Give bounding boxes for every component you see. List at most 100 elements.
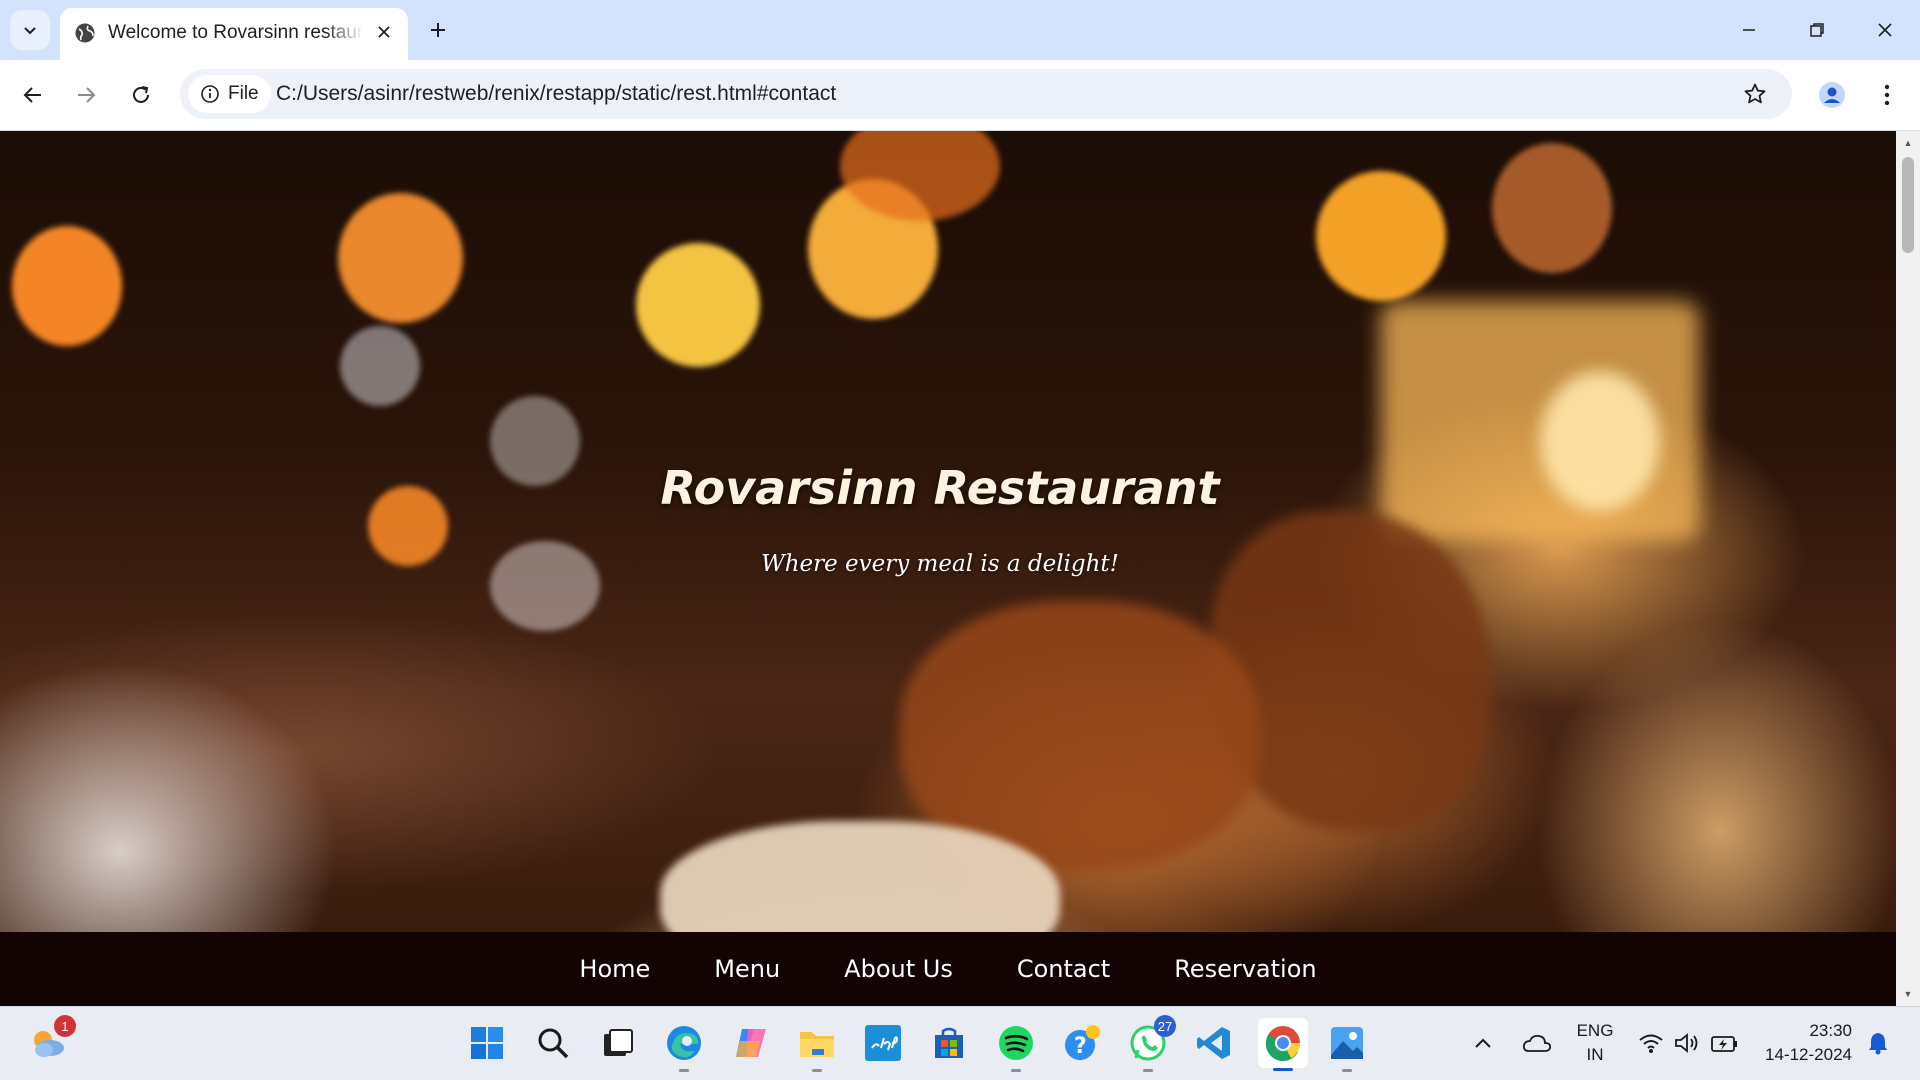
chrome-icon (1265, 1026, 1300, 1061)
cloud-icon (1522, 1034, 1552, 1052)
bokeh-light (12, 226, 122, 346)
running-indicator (1011, 1069, 1021, 1072)
taskbar-file-explorer[interactable] (795, 1021, 839, 1072)
nav-link-reservation[interactable]: Reservation (1174, 955, 1316, 983)
nav-link-about-us[interactable]: About Us (844, 955, 953, 983)
restore-icon (1810, 23, 1824, 37)
nav-link-menu[interactable]: Menu (714, 955, 780, 983)
running-indicator (812, 1069, 822, 1072)
new-tab-button[interactable] (422, 14, 454, 46)
scrollbar-thumb[interactable] (1902, 157, 1914, 253)
nav-link-contact[interactable]: Contact (1017, 955, 1110, 983)
close-icon (1878, 23, 1892, 37)
folder-icon (800, 1032, 834, 1057)
running-indicator (1342, 1069, 1352, 1072)
browser-tab[interactable]: Welcome to Rovarsinn restaurant (60, 8, 408, 60)
restore-button[interactable] (1792, 10, 1842, 50)
browser-toolbar: File C:/Users/asinr/restweb/renix/restap… (0, 60, 1920, 131)
taskbar-photos[interactable] (1325, 1021, 1369, 1072)
myhp-icon (865, 1025, 901, 1061)
running-indicator (679, 1069, 689, 1072)
windows-taskbar: 1 ? 27 ENG IN 23:30 14-12-2024 (0, 1006, 1920, 1080)
start-button[interactable] (465, 1021, 509, 1065)
screen: Welcome to Rovarsinn restaurant File C:/… (0, 0, 1920, 1080)
browser-menu-icon[interactable] (1872, 75, 1902, 115)
search-icon (538, 1028, 569, 1059)
taskbar-spotify[interactable] (994, 1021, 1038, 1072)
minimize-button[interactable] (1724, 10, 1774, 50)
task-view-icon (604, 1029, 633, 1056)
bokeh-light (1316, 171, 1446, 301)
globe-icon (75, 23, 95, 43)
running-indicator (1143, 1069, 1153, 1072)
arrow-right-icon (78, 87, 96, 103)
taskbar-vscode[interactable] (1192, 1021, 1236, 1065)
taskbar-chrome[interactable] (1258, 1018, 1308, 1071)
battery-icon[interactable] (1708, 1021, 1742, 1065)
show-hidden-icons-button[interactable] (1468, 1021, 1498, 1065)
language-indicator[interactable]: ENG IN (1570, 1021, 1620, 1065)
url-text[interactable]: C:/Users/asinr/restweb/renix/restapp/sta… (276, 82, 836, 106)
chevron-up-icon (1475, 1038, 1491, 1048)
plus-icon (431, 23, 445, 37)
arrow-left-icon (23, 87, 41, 103)
taskbar-microsoft-store[interactable] (927, 1021, 971, 1065)
whatsapp-unread-badge: 27 (1154, 1015, 1176, 1037)
region-code: IN (1586, 1045, 1604, 1064)
bokeh-light (338, 193, 463, 323)
active-indicator (1273, 1068, 1293, 1071)
chevron-down-icon (24, 27, 36, 35)
forward-button[interactable] (66, 75, 106, 115)
page-scrollbar[interactable]: ▲ ▼ (1896, 131, 1920, 1006)
restaurant-tagline: Where every meal is a delight! (761, 551, 1119, 577)
bokeh-light (1492, 143, 1612, 273)
tab-search-button[interactable] (10, 10, 50, 50)
edge-browser-icon (667, 1026, 701, 1060)
photos-icon (1331, 1027, 1363, 1059)
language-code: ENG (1576, 1021, 1614, 1040)
bokeh-light (636, 243, 760, 367)
browser-tab-strip: Welcome to Rovarsinn restaurant (0, 0, 1920, 60)
info-icon (201, 85, 219, 103)
restaurant-title: Rovarsinn Restaurant (660, 461, 1220, 515)
scroll-up-arrow-icon[interactable]: ▲ (1902, 137, 1914, 149)
reload-button[interactable] (121, 75, 161, 115)
help-icon: ? (1065, 1025, 1100, 1060)
tab-close-icon[interactable] (372, 20, 396, 44)
bookmark-star-icon[interactable] (1740, 79, 1770, 109)
vscode-icon (1197, 1027, 1230, 1059)
windows-logo-icon (471, 1027, 503, 1059)
back-button[interactable] (13, 75, 53, 115)
nav-link-home[interactable]: Home (579, 955, 650, 983)
task-view-button[interactable] (596, 1021, 640, 1065)
page-viewport: Rovarsinn Restaurant Where every meal is… (0, 131, 1896, 1006)
svg-text:?: ? (1074, 1034, 1087, 1059)
hero-section: Rovarsinn Restaurant Where every meal is… (0, 131, 1896, 932)
volume-icon[interactable] (1672, 1021, 1702, 1065)
taskbar-edge[interactable] (662, 1021, 706, 1072)
reload-icon (133, 86, 149, 103)
copilot-icon (736, 1029, 766, 1057)
store-icon (935, 1027, 963, 1058)
weather-widget[interactable]: 1 (26, 1015, 76, 1065)
taskbar-get-help[interactable]: ? (1060, 1021, 1104, 1065)
search-button[interactable] (531, 1021, 575, 1065)
weather-notification-badge: 1 (54, 1015, 76, 1037)
notification-bell-icon[interactable] (1862, 1021, 1894, 1065)
clock[interactable]: 23:30 14-12-2024 (1752, 1021, 1852, 1065)
site-info-chip[interactable]: File (188, 75, 271, 113)
taskbar-whatsapp[interactable]: 27 (1126, 1015, 1176, 1072)
wifi-icon[interactable] (1636, 1021, 1666, 1065)
taskbar-myhp[interactable] (861, 1021, 905, 1065)
onedrive-tray-icon[interactable] (1519, 1021, 1555, 1065)
minimize-icon (1743, 29, 1755, 31)
site-navbar: Home Menu About Us Contact Reservation (0, 932, 1896, 1006)
clock-date: 14-12-2024 (1765, 1045, 1852, 1064)
profile-avatar-icon[interactable] (1812, 75, 1852, 115)
close-window-button[interactable] (1860, 10, 1910, 50)
spotify-icon (999, 1026, 1033, 1060)
address-bar[interactable]: File C:/Users/asinr/restweb/renix/restap… (180, 69, 1792, 119)
scroll-down-arrow-icon[interactable]: ▼ (1902, 988, 1914, 1000)
taskbar-copilot[interactable] (729, 1021, 773, 1065)
tab-title: Welcome to Rovarsinn restaurant (108, 22, 363, 43)
